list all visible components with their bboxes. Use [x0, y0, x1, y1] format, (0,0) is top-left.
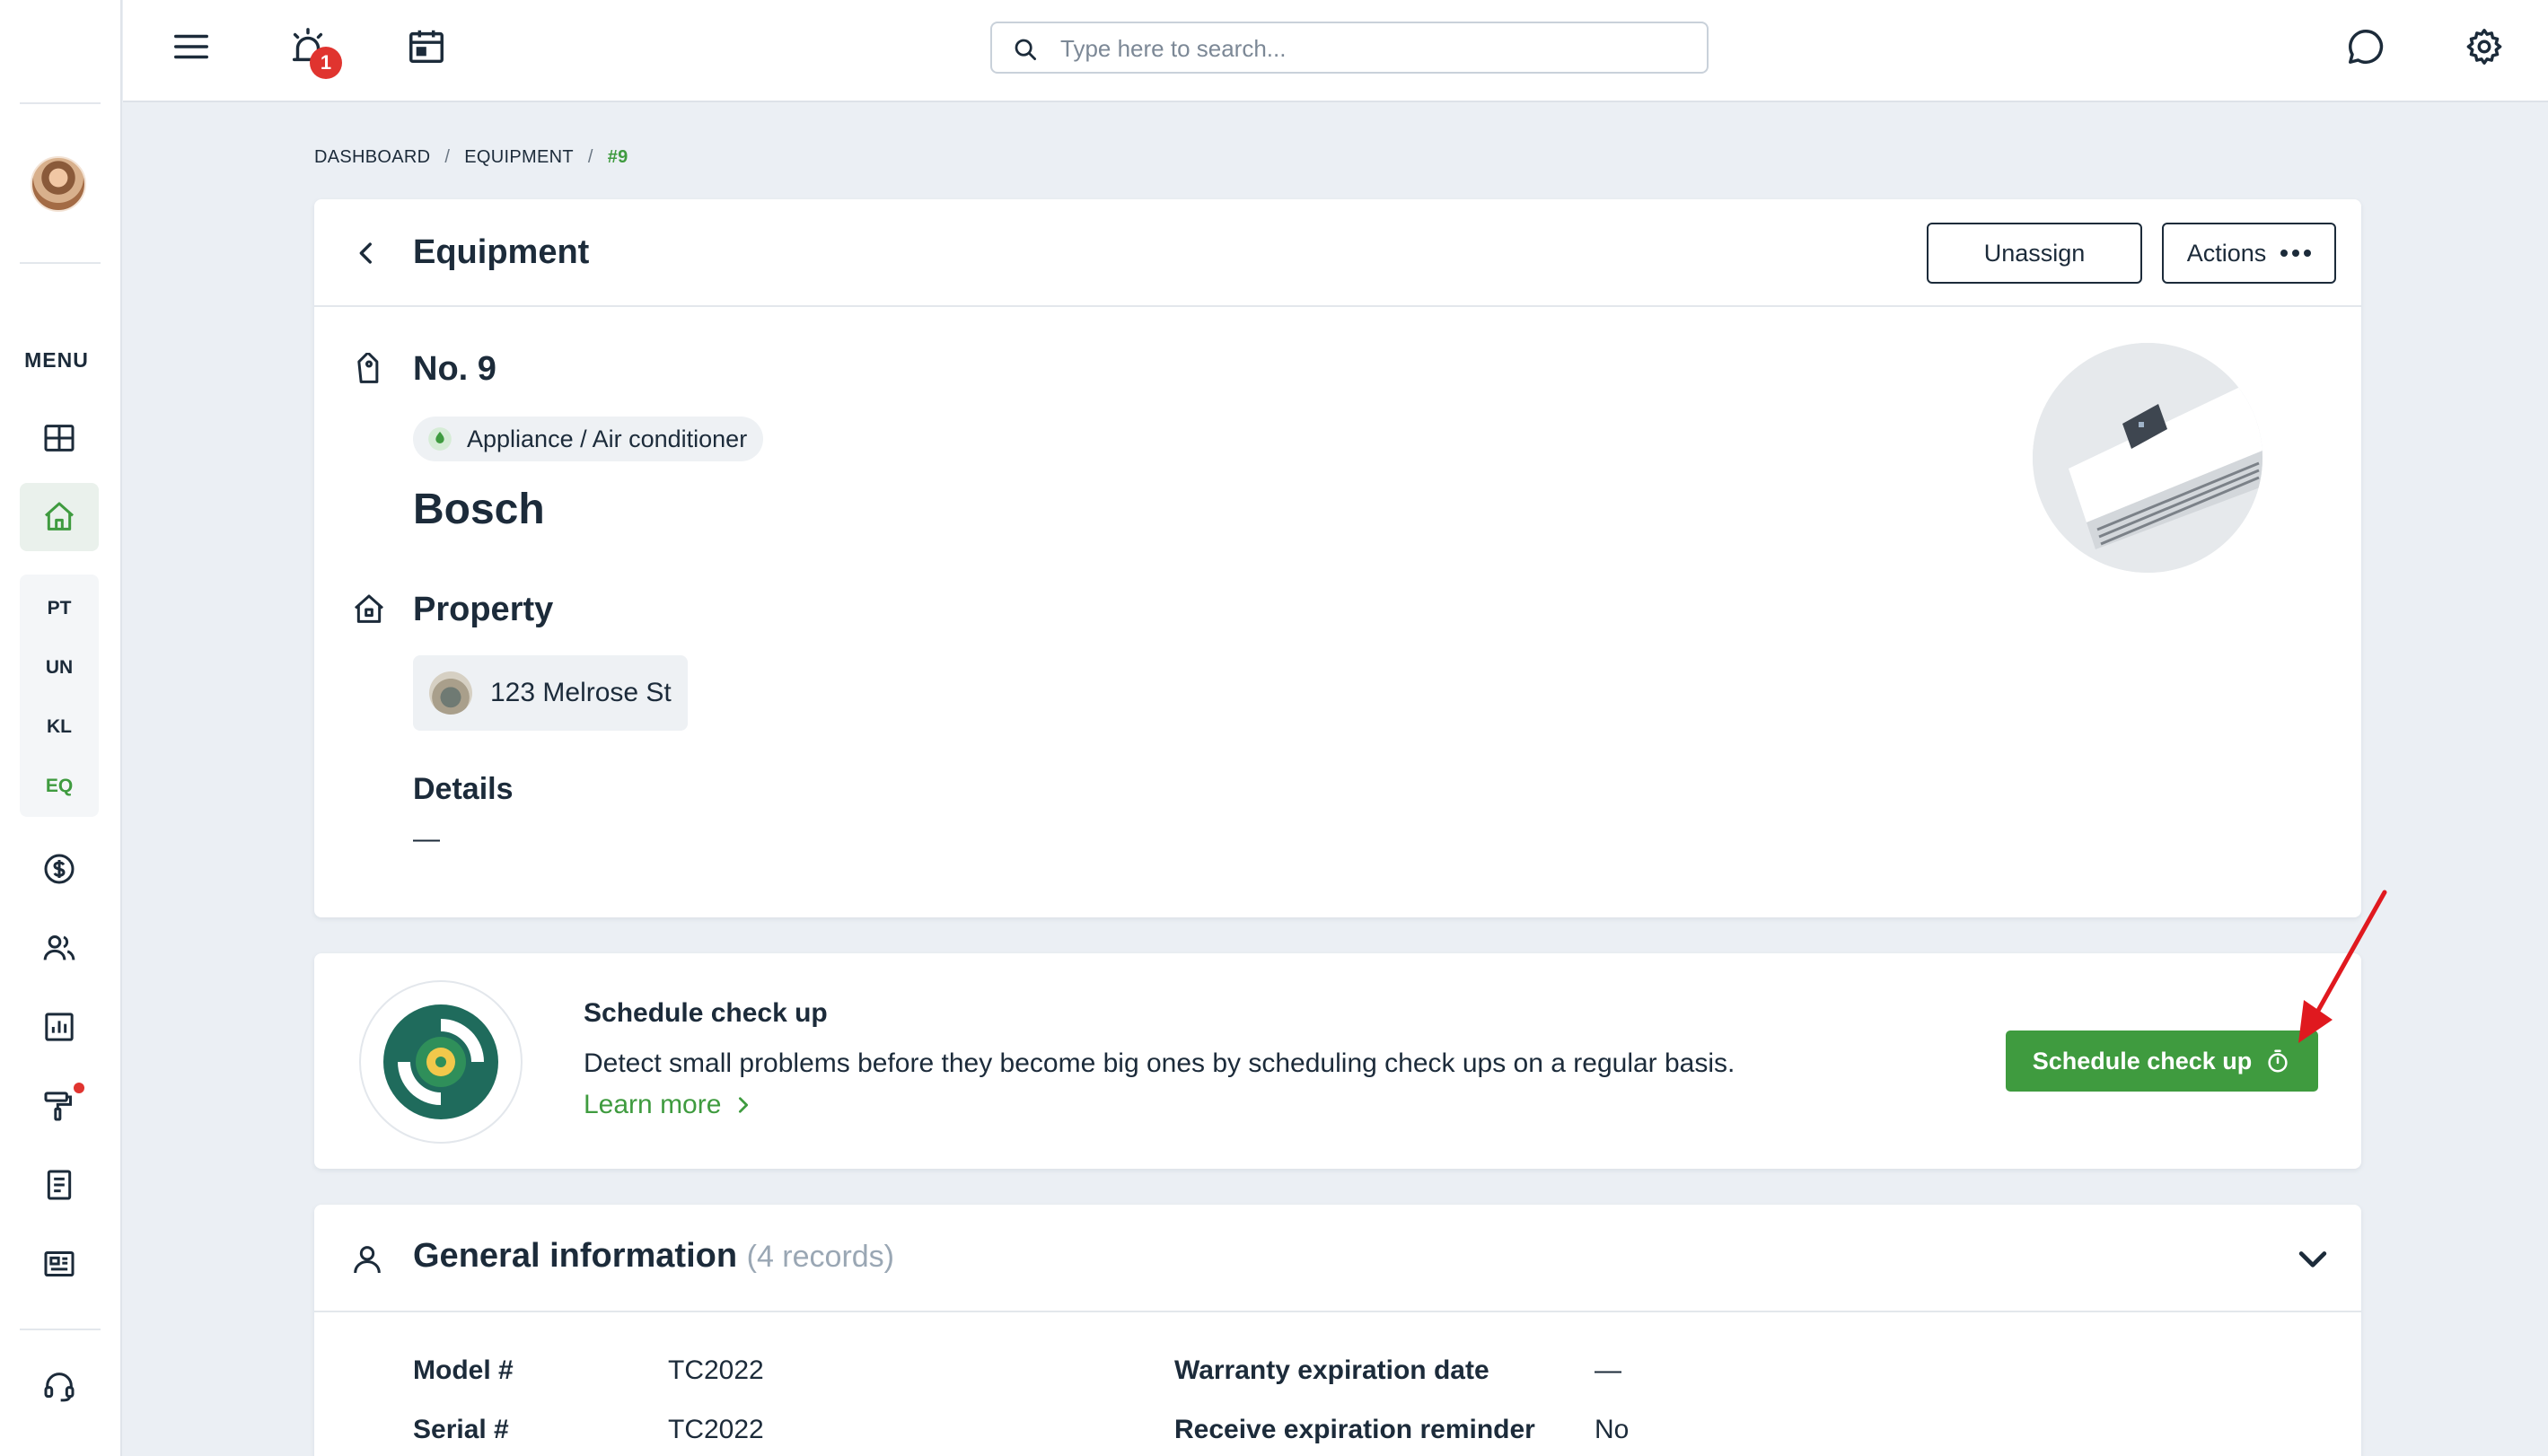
dollar-icon [44, 854, 75, 884]
sidebar-divider [20, 1329, 101, 1330]
sidebar-item-un[interactable]: UN [20, 657, 99, 679]
tag-icon [347, 348, 391, 393]
sidebar-item-pt[interactable]: PT [20, 598, 99, 619]
sidebar-item-kl[interactable]: KL [20, 716, 99, 738]
chevron-right-icon [739, 1097, 749, 1113]
search-icon [1015, 39, 1036, 60]
actions-label: Actions [2186, 239, 2267, 267]
general-info-title: General information (4 records) [413, 1237, 894, 1276]
category-label: Appliance / Air conditioner [467, 425, 748, 452]
stopwatch-icon [2268, 1049, 2288, 1073]
sidebar-divider [20, 262, 101, 264]
learn-more-link[interactable]: Learn more [584, 1090, 753, 1120]
back-button[interactable] [345, 232, 388, 275]
general-info-header[interactable]: General information (4 records) [314, 1205, 2361, 1312]
sidebar-submenu: PT UN KL EQ [20, 575, 99, 817]
warranty-expiration-label: Warranty expiration date [1174, 1355, 1489, 1385]
settings-button[interactable] [2459, 22, 2509, 72]
equipment-card: Equipment Unassign Actions No. 9 Applian… [314, 199, 2361, 917]
sidebar-item-maintenance[interactable] [20, 1072, 99, 1140]
messages-button[interactable] [2341, 22, 2391, 72]
model-value: TC2022 [668, 1355, 764, 1385]
category-chip: Appliance / Air conditioner [413, 417, 764, 461]
red-arrow-annotation [2298, 890, 2387, 1043]
topbar: 1 [123, 0, 2548, 102]
search-input[interactable] [1060, 31, 1689, 66]
sidebar: MENU PT UN KL EQ [0, 0, 122, 1456]
house-icon [347, 587, 391, 632]
brand-name: Bosch [413, 486, 545, 533]
breadcrumb-dashboard[interactable]: DASHBOARD [314, 147, 430, 168]
maintenance-logo-icon [359, 980, 523, 1144]
page-title: Equipment [413, 233, 590, 271]
schedule-check-up-button[interactable]: Schedule check up [2006, 1031, 2318, 1092]
schedule-description: Detect small problems before they become… [584, 1048, 1735, 1078]
unassign-label: Unassign [1983, 239, 2086, 267]
calendar-icon [409, 30, 444, 64]
expiration-reminder-value: No [1595, 1415, 1630, 1444]
breadcrumb-current: #9 [607, 147, 628, 167]
serial-label: Serial # [413, 1415, 509, 1444]
chat-bubble-icon [2349, 30, 2384, 64]
calendar-button[interactable] [401, 22, 452, 72]
search-box[interactable] [990, 22, 1709, 74]
general-info-card: General information (4 records) Model # … [314, 1205, 2361, 1456]
property-chip[interactable]: 123 Melrose St [413, 655, 688, 731]
person-icon [345, 1237, 390, 1282]
learn-more-label: Learn more [584, 1090, 722, 1119]
paint-roller-icon [44, 1092, 72, 1121]
serial-value: TC2022 [668, 1415, 764, 1444]
property-title: Property [413, 591, 554, 628]
headset-icon [44, 1373, 75, 1402]
hamburger-icon [174, 34, 208, 59]
sidebar-item-people[interactable] [20, 914, 99, 982]
records-count: (4 records) [746, 1240, 894, 1274]
property-thumbnail [429, 671, 472, 715]
sidebar-item-listings[interactable] [20, 1230, 99, 1298]
sidebar-item-home[interactable] [20, 483, 99, 551]
sidebar-item-eq[interactable]: EQ [20, 776, 99, 797]
notification-dot [74, 1083, 84, 1093]
gear-icon [2466, 29, 2502, 65]
menu-label: MENU [24, 348, 89, 372]
more-dots-icon [2280, 250, 2312, 257]
home-icon [45, 502, 74, 531]
avatar[interactable] [31, 156, 86, 212]
sidebar-item-reports[interactable] [20, 993, 99, 1061]
property-address: 123 Melrose St [490, 678, 672, 707]
sidebar-item-finance[interactable] [20, 835, 99, 903]
water-drop-icon [428, 427, 452, 451]
dashboard-icon [44, 425, 75, 452]
schedule-card: Schedule check up Detect small problems … [314, 953, 2361, 1169]
warranty-expiration-value: — [1595, 1355, 1621, 1385]
breadcrumb-equipment[interactable]: EQUIPMENT [464, 147, 574, 168]
schedule-title: Schedule check up [584, 998, 828, 1028]
details-value: — [413, 824, 440, 854]
breadcrumb-separator: / [587, 147, 593, 167]
expiration-reminder-label: Receive expiration reminder [1174, 1415, 1535, 1444]
breadcrumb: DASHBOARD / EQUIPMENT / #9 [314, 147, 628, 168]
breadcrumb-separator: / [444, 147, 451, 167]
card-header: Equipment Unassign Actions [314, 199, 2361, 307]
newspaper-icon [44, 1251, 75, 1276]
document-icon [47, 1170, 72, 1200]
notification-badge: 1 [310, 47, 342, 79]
people-icon [43, 935, 75, 960]
actions-button[interactable]: Actions [2162, 223, 2336, 284]
unassign-button[interactable]: Unassign [1927, 223, 2142, 284]
equipment-number: No. 9 [413, 350, 496, 388]
sidebar-divider [20, 102, 101, 104]
equipment-photo [2033, 343, 2262, 573]
chevron-down-icon[interactable] [2293, 1239, 2333, 1278]
chevron-left-icon [359, 242, 372, 264]
schedule-button-label: Schedule check up [2032, 1047, 2253, 1074]
details-title: Details [413, 772, 514, 806]
chart-icon [45, 1013, 74, 1041]
sidebar-item-documents[interactable] [20, 1151, 99, 1219]
model-label: Model # [413, 1355, 514, 1385]
general-info-title-text: General information [413, 1237, 738, 1275]
sidebar-item-support[interactable] [20, 1352, 99, 1420]
hamburger-menu-button[interactable] [166, 22, 216, 72]
sidebar-item-dashboard[interactable] [20, 404, 99, 472]
